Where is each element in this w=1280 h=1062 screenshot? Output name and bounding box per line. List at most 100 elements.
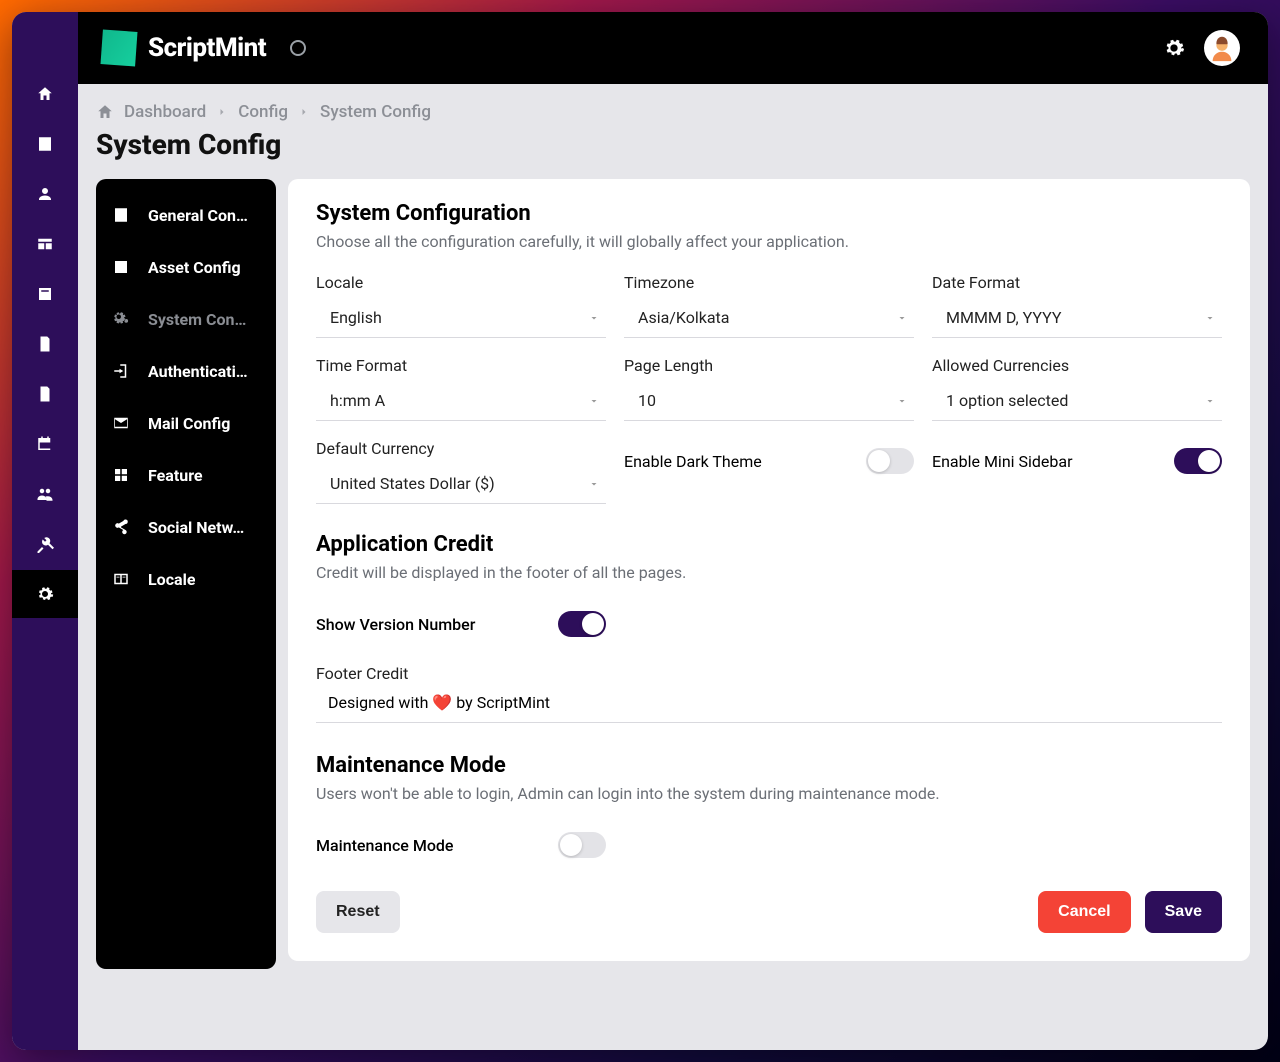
select-value: 10 [638, 391, 656, 410]
user-icon [36, 185, 54, 203]
config-nav-label: Mail Config [148, 414, 230, 433]
breadcrumb-home[interactable]: Dashboard [124, 102, 206, 122]
field-allowed-currencies: Allowed Currencies 1 option selected [932, 356, 1222, 421]
config-nav-label: Feature [148, 466, 203, 485]
show-version-toggle[interactable] [558, 611, 606, 637]
timezone-select[interactable]: Asia/Kolkata [624, 298, 914, 338]
field-label: Timezone [624, 273, 914, 292]
config-nav-label: Locale [148, 570, 195, 589]
home-icon [36, 85, 54, 103]
select-value: MMMM D, YYYY [946, 308, 1062, 327]
config-nav-general[interactable]: General Con… [96, 189, 276, 241]
page-area: Dashboard Config System Config System Co… [78, 84, 1268, 1050]
config-nav: General Con… Asset Config System Con… Au… [96, 179, 276, 969]
field-mini-sidebar: Enable Mini Sidebar [932, 441, 1222, 481]
mail-icon [112, 414, 130, 432]
chevron-down-icon [1204, 312, 1216, 324]
sidebar-item-home[interactable] [12, 70, 78, 118]
section-title: Maintenance Mode [316, 753, 1222, 778]
field-time-format: Time Format h:mm A [316, 356, 606, 421]
share-icon [112, 518, 130, 536]
settings-button[interactable] [1156, 30, 1192, 66]
config-nav-asset[interactable]: Asset Config [96, 241, 276, 293]
document-icon [36, 335, 54, 353]
gear-icon [36, 585, 54, 603]
section-subtitle: Choose all the configuration carefully, … [316, 232, 1222, 251]
sidebar-item-settings[interactable] [12, 570, 78, 618]
field-locale: Locale English [316, 273, 606, 338]
time-format-select[interactable]: h:mm A [316, 381, 606, 421]
login-icon [112, 362, 130, 380]
allowed-currencies-select[interactable]: 1 option selected [932, 381, 1222, 421]
select-value: h:mm A [330, 391, 385, 410]
breadcrumb-current: System Config [320, 102, 431, 122]
mini-sidebar-toggle[interactable] [1174, 448, 1222, 474]
avatar[interactable] [1204, 30, 1240, 66]
mini-sidebar [12, 12, 78, 1050]
footer-credit-input[interactable] [316, 683, 1222, 723]
select-value: English [330, 308, 382, 327]
breadcrumb-parent[interactable]: Config [238, 102, 288, 122]
brand[interactable]: ScriptMint [98, 27, 266, 69]
field-page-length: Page Length 10 [624, 356, 914, 421]
sidebar-item-calendar[interactable] [12, 420, 78, 468]
toggle-label: Enable Dark Theme [624, 452, 762, 471]
config-nav-auth[interactable]: Authenticati… [96, 345, 276, 397]
sidebar-item-user[interactable] [12, 170, 78, 218]
config-nav-system[interactable]: System Con… [96, 293, 276, 345]
toggle-label: Show Version Number [316, 615, 475, 634]
config-nav-social[interactable]: Social Netw… [96, 501, 276, 553]
config-nav-label: Social Netw… [148, 518, 244, 537]
sidebar-item-team[interactable] [12, 470, 78, 518]
chevron-down-icon [896, 395, 908, 407]
sidebar-item-org[interactable] [12, 120, 78, 168]
field-default-currency: Default Currency United States Dollar ($… [316, 439, 606, 504]
select-value: United States Dollar ($) [330, 474, 495, 493]
section-title: Application Credit [316, 532, 1222, 557]
sidebar-item-doc[interactable] [12, 320, 78, 368]
brand-logo-icon [95, 24, 144, 73]
calendar-icon [36, 435, 54, 453]
building-icon [112, 206, 130, 224]
document-icon [36, 385, 54, 403]
brand-name: ScriptMint [148, 33, 266, 63]
config-nav-feature[interactable]: Feature [96, 449, 276, 501]
field-label: Allowed Currencies [932, 356, 1222, 375]
config-nav-locale[interactable]: Locale [96, 553, 276, 605]
sidebar-item-note[interactable] [12, 270, 78, 318]
field-timezone: Timezone Asia/Kolkata [624, 273, 914, 338]
cancel-button[interactable]: Cancel [1038, 891, 1130, 933]
sidebar-item-tools[interactable] [12, 520, 78, 568]
chevron-down-icon [1204, 395, 1216, 407]
tools-icon [36, 535, 54, 553]
language-icon [112, 570, 130, 588]
main-column: ScriptMint Dashboard Config System Confi… [78, 12, 1268, 1050]
date-format-select[interactable]: MMMM D, YYYY [932, 298, 1222, 338]
field-maintenance-mode: Maintenance Mode [316, 825, 606, 865]
page-length-select[interactable]: 10 [624, 381, 914, 421]
chevron-right-icon [216, 106, 228, 118]
settings-card: System Configuration Choose all the conf… [288, 179, 1250, 961]
dark-theme-toggle[interactable] [866, 448, 914, 474]
toggle-label: Enable Mini Sidebar [932, 452, 1073, 471]
maintenance-toggle[interactable] [558, 832, 606, 858]
users-icon [36, 485, 54, 503]
field-date-format: Date Format MMMM D, YYYY [932, 273, 1222, 338]
config-nav-mail[interactable]: Mail Config [96, 397, 276, 449]
image-icon [112, 258, 130, 276]
field-dark-theme: Enable Dark Theme [624, 441, 914, 481]
sidebar-item-table[interactable] [12, 220, 78, 268]
select-value: 1 option selected [946, 391, 1068, 410]
save-button[interactable]: Save [1145, 891, 1222, 933]
form-actions: Reset Cancel Save [316, 891, 1222, 933]
chevron-right-icon [298, 106, 310, 118]
sidebar-item-doc2[interactable] [12, 370, 78, 418]
field-label: Default Currency [316, 439, 606, 458]
section-subtitle: Users won't be able to login, Admin can … [316, 784, 1222, 803]
reset-button[interactable]: Reset [316, 891, 400, 933]
locale-select[interactable]: English [316, 298, 606, 338]
loading-indicator-icon [290, 40, 306, 56]
default-currency-select[interactable]: United States Dollar ($) [316, 464, 606, 504]
gears-icon [112, 310, 130, 328]
field-label: Time Format [316, 356, 606, 375]
